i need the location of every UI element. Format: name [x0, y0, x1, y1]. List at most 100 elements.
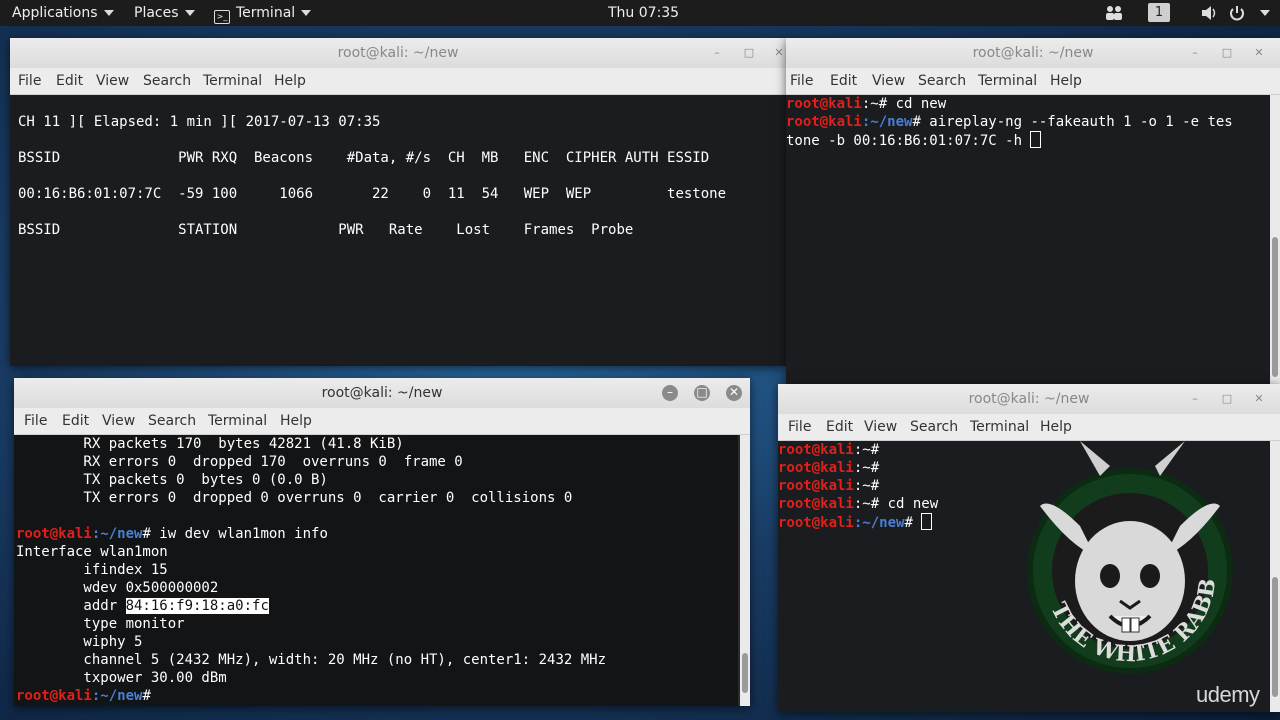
output-line: ifindex 15	[16, 562, 168, 578]
maximize-button[interactable]: □	[1220, 392, 1234, 406]
prompt-user: root@kali	[778, 460, 854, 476]
volume-icon[interactable]	[1200, 4, 1218, 22]
prompt-line: root@kali:~#	[778, 441, 879, 459]
status-line: CH 11 ][ Elapsed: 1 min ][ 2017-07-13 07…	[18, 114, 381, 130]
scrollbar[interactable]	[740, 435, 750, 706]
close-button[interactable]: ✕	[726, 385, 742, 401]
top-panel: Applications Places >_ Terminal Thu 07:35…	[0, 0, 1280, 26]
prompt-line: root@kali:~#	[778, 477, 879, 495]
power-icon[interactable]	[1228, 4, 1246, 22]
menu-view[interactable]: View	[872, 68, 905, 94]
command-text: #	[904, 515, 922, 531]
prompt-path: :~	[853, 478, 871, 494]
window-titlebar[interactable]: root@kali: ~/new	[786, 38, 1280, 68]
window-titlebar[interactable]: root@kali: ~/new	[14, 378, 750, 408]
menu-file[interactable]: File	[18, 68, 41, 94]
menu-edit[interactable]: Edit	[830, 68, 857, 94]
people-icon[interactable]	[1104, 4, 1124, 22]
window-title: root@kali: ~/new	[337, 45, 459, 61]
chevron-down-icon[interactable]	[1260, 10, 1270, 16]
addr-label: addr	[16, 598, 126, 614]
command-text: #	[142, 688, 151, 704]
ap-row: 00:16:B6:01:07:7C -59 100 1066 22 0 11 5…	[18, 186, 727, 202]
command-continuation: tone -b 00:16:B6:01:07:7C -h	[786, 131, 1042, 149]
white-rabbit-logo: THE WHITE RABBIT	[1010, 436, 1233, 674]
prompt-line: root@kali:~# cd new	[786, 95, 946, 113]
output-line: type monitor	[16, 616, 185, 632]
output-line: RX errors 0 dropped 170 overruns 0 frame…	[16, 454, 463, 470]
menu-view[interactable]: View	[102, 408, 135, 434]
maximize-button[interactable]: □	[694, 385, 710, 401]
command-text: #	[870, 442, 880, 458]
prompt-path: :~	[853, 442, 871, 458]
minimize-button[interactable]: –	[1188, 392, 1202, 406]
scrollbar[interactable]	[1270, 95, 1280, 384]
chevron-down-icon	[184, 10, 195, 16]
menu-bar: File Edit View Search Terminal Help	[786, 68, 1280, 95]
minimize-button[interactable]: –	[662, 385, 678, 401]
scrollbar[interactable]	[1270, 441, 1280, 712]
menu-edit[interactable]: Edit	[62, 408, 89, 434]
prompt-user: root@kali	[778, 515, 854, 531]
minimize-button[interactable]: –	[710, 46, 724, 60]
terminal-app-label: Terminal	[236, 5, 296, 21]
output-line: txpower 30.00 dBm	[16, 670, 227, 686]
text-cursor	[1030, 131, 1042, 148]
window-titlebar[interactable]: root@kali: ~/new	[778, 384, 1280, 414]
menu-terminal[interactable]: Terminal	[978, 68, 1037, 94]
output-line: TX errors 0 dropped 0 overruns 0 carrier…	[16, 490, 573, 506]
terminal-window-aireplay: root@kali: ~/new – □ ✕ File Edit View Se…	[786, 38, 1280, 384]
menu-terminal[interactable]: Terminal	[208, 408, 267, 434]
prompt-path: :~	[861, 96, 879, 112]
menu-help[interactable]: Help	[274, 68, 306, 94]
terminal-output[interactable]: CH 11 ][ Elapsed: 1 min ][ 2017-07-13 07…	[10, 95, 786, 366]
menu-edit[interactable]: Edit	[826, 414, 853, 440]
clock[interactable]: Thu 07:35	[608, 0, 679, 26]
menu-search[interactable]: Search	[143, 68, 191, 94]
menu-terminal[interactable]: Terminal	[203, 68, 262, 94]
menu-search[interactable]: Search	[918, 68, 966, 94]
ap-header: BSSID PWR RXQ Beacons #Data, #/s CH MB E…	[18, 150, 710, 166]
terminal-output[interactable]: RX packets 170 bytes 42821 (41.8 KiB) RX…	[14, 435, 738, 706]
selected-mac-address[interactable]: 84:16:f9:18:a0:fc	[125, 598, 269, 614]
scrollbar-thumb[interactable]	[1272, 237, 1278, 377]
output-line: wdev 0x500000002	[16, 580, 219, 596]
menu-view[interactable]: View	[96, 68, 129, 94]
prompt-user: root@kali	[778, 478, 854, 494]
maximize-button[interactable]: □	[1220, 46, 1234, 60]
menu-file[interactable]: File	[24, 408, 47, 434]
window-titlebar[interactable]: root@kali: ~/new	[10, 38, 786, 68]
menu-file[interactable]: File	[788, 414, 811, 440]
menu-help[interactable]: Help	[1050, 68, 1082, 94]
menu-edit[interactable]: Edit	[56, 68, 83, 94]
applications-menu[interactable]: Applications	[12, 0, 114, 26]
command-text: #	[870, 460, 880, 476]
prompt-line: root@kali:~/new# iw dev wlan1mon info	[16, 525, 328, 543]
scrollbar-thumb[interactable]	[742, 653, 748, 693]
prompt-line: root@kali:~#	[778, 459, 879, 477]
prompt-line: root@kali:~/new# aireplay-ng --fakeauth …	[786, 113, 1233, 131]
prompt-path: :~/new	[853, 515, 905, 531]
close-button[interactable]: ✕	[1252, 46, 1266, 60]
workspace-indicator[interactable]: 1	[1148, 3, 1170, 22]
places-menu[interactable]: Places	[134, 0, 195, 26]
prompt-path: :~	[853, 496, 871, 512]
chevron-down-icon	[103, 10, 114, 16]
menu-file[interactable]: File	[790, 68, 813, 94]
command-text: # cd new	[878, 96, 947, 112]
command-text: tone -b 00:16:B6:01:07:7C -h	[786, 133, 1031, 149]
menu-search[interactable]: Search	[910, 414, 958, 440]
terminal-window-airodump: root@kali: ~/new – □ ✕ File Edit View Se…	[10, 38, 786, 366]
minimize-button[interactable]: –	[1188, 46, 1202, 60]
menu-search[interactable]: Search	[148, 408, 196, 434]
menu-view[interactable]: View	[864, 414, 897, 440]
maximize-button[interactable]: □	[742, 46, 756, 60]
close-button[interactable]: ✕	[772, 46, 786, 60]
scrollbar-thumb[interactable]	[1272, 577, 1278, 697]
close-button[interactable]: ✕	[1252, 392, 1266, 406]
prompt-user: root@kali	[16, 526, 92, 542]
terminal-app-menu[interactable]: >_ Terminal	[214, 0, 312, 26]
prompt-user: root@kali	[16, 688, 92, 704]
terminal-output[interactable]: root@kali:~# cd new root@kali:~/new# air…	[786, 95, 1270, 384]
menu-help[interactable]: Help	[280, 408, 312, 434]
